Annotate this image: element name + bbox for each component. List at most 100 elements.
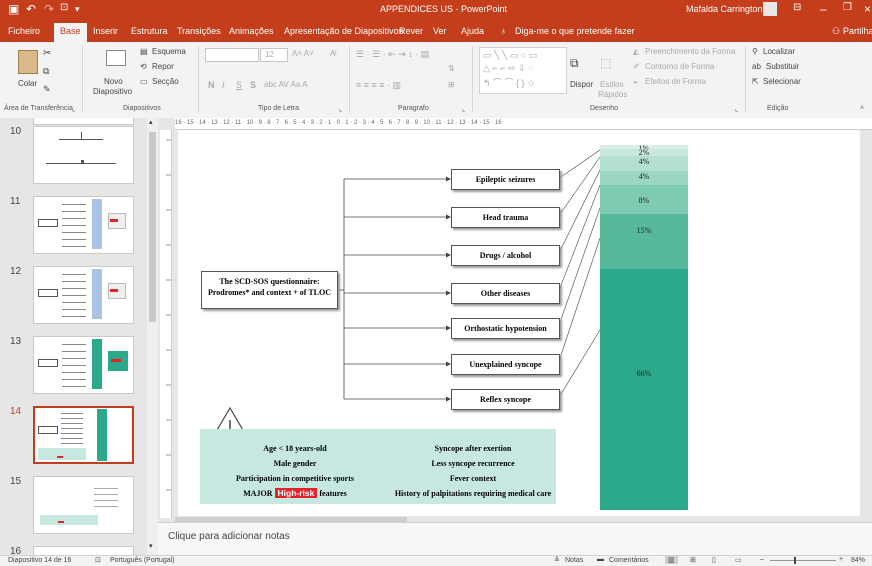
reset-icon[interactable]: ⟲ [140,62,147,71]
replace-button[interactable]: Substituir [766,62,799,71]
undo-icon[interactable]: ↶ [26,2,36,16]
spellcheck-icon[interactable]: ⊡ [95,556,101,564]
language-indicator[interactable]: Português (Portugal) [110,557,175,564]
slide-thumbnail-9-partial[interactable] [33,118,134,125]
zoom-in-icon[interactable]: + [839,556,843,563]
arrange-icon[interactable]: ⧉ [570,56,579,71]
thumbnail-scrollbar[interactable]: ▴ ▾ [147,118,158,555]
bold-button[interactable]: N [208,80,215,90]
italic-button[interactable]: I [222,80,225,90]
notes-placeholder[interactable]: Clique para adicionar notas [168,531,290,542]
zoom-level[interactable]: 84% [851,557,865,564]
notes-pane[interactable]: Clique para adicionar notas [158,522,872,556]
minimize-icon[interactable]: – [820,2,827,16]
notes-icon[interactable]: ≜ [554,556,560,564]
find-icon[interactable]: ⚲ [752,47,758,56]
tab-animacoes[interactable]: Animações [229,26,274,36]
strikethrough-icon[interactable]: abc AV Aa A [264,80,307,89]
slideshow-icon[interactable]: ▭ [735,556,742,564]
redo-icon[interactable]: ↷ [44,2,54,16]
section-icon[interactable]: ▭ [140,77,148,86]
shape-outline-button[interactable]: Contorno de Forma [645,62,714,71]
select-button[interactable]: Selecionar [763,77,801,86]
shape-outline-icon[interactable]: ✐ [633,62,640,71]
scroll-down-icon[interactable]: ▾ [149,542,153,550]
slide-thumbnail-12[interactable] [33,266,134,324]
comments-icon[interactable]: ▬ [597,556,604,563]
layout-icon[interactable]: ▤ [140,47,148,56]
quick-styles-label-1[interactable]: Estilos [600,80,624,89]
shape-fill-icon[interactable]: ◭ [633,47,639,56]
tab-ver[interactable]: Ver [433,26,447,36]
collapse-ribbon-icon[interactable]: ˄ [860,105,864,112]
avatar[interactable] [763,2,777,16]
font-launcher-icon[interactable]: ⌞ [339,105,342,113]
notes-button[interactable]: Notas [565,557,583,564]
bullets-icon[interactable]: ☰ · ☰ · ⇤ ⇥ ↕ · ▤ [356,49,429,60]
comments-button[interactable]: Comentários [609,557,649,564]
smartart-icon[interactable]: ⊞ [448,80,455,89]
ribbon-display-icon[interactable]: ⊟ [793,2,801,13]
layout-button[interactable]: Esquema [152,47,186,56]
zoom-slider-thumb[interactable] [794,557,796,564]
tab-inserir[interactable]: Inserir [93,26,118,36]
reset-button[interactable]: Repor [152,62,174,71]
user-name[interactable]: Mafalda Carrington [686,4,763,14]
drawing-launcher-icon[interactable]: ⌞ [735,105,738,113]
find-button[interactable]: Localizar [763,47,795,56]
new-slide-label-1[interactable]: Novo [104,77,123,86]
tab-ficheiro[interactable]: Ficheiro [8,26,40,36]
text-direction-icon[interactable]: ⇅ [448,64,455,73]
zoom-slider[interactable] [770,560,836,561]
slide-thumbnail-13[interactable] [33,336,134,394]
paste-icon[interactable] [18,50,38,74]
align-icons[interactable]: ≡ ≡ ≡ ≡ · ▥ [356,80,401,91]
slide-thumbnail-14[interactable] [33,406,134,464]
shadow-button[interactable]: S [250,80,256,90]
slide-thumbnail-10[interactable] [33,126,134,184]
start-presentation-icon[interactable]: ⊡ [60,2,68,13]
zoom-out-icon[interactable]: – [760,556,764,563]
tab-base[interactable]: Base [54,23,87,42]
cut-icon[interactable]: ✂ [43,48,51,59]
select-icon[interactable]: ⇱ [752,77,759,86]
tab-ajuda[interactable]: Ajuda [461,26,484,36]
shape-effects-icon[interactable]: ◒ [633,77,638,86]
quick-styles-icon[interactable]: ⬚ [600,56,611,70]
font-name-box[interactable] [205,48,259,62]
shapes-gallery[interactable]: ▭ ╲ ╲ ▭ ○ ▭ △ ⌐ ⌐ ⇨ ⇩ ◌ ↰ ⌒ ⌒ { } ☆ [479,47,567,94]
restore-icon[interactable]: ❐ [843,2,852,13]
section-button[interactable]: Secção [152,77,179,86]
close-icon[interactable]: × [864,2,871,16]
format-painter-icon[interactable]: ✎ [43,84,51,95]
shape-effects-button[interactable]: Efeitos de Forma [645,77,706,86]
tab-estrutura[interactable]: Estrutura [131,26,168,36]
save-icon[interactable]: ▣ [8,2,19,16]
slide-canvas[interactable]: The SCD-SOS questionnaire: Prodromes* an… [178,130,860,516]
customize-qat-icon[interactable]: ▾ [75,4,80,15]
copy-icon[interactable]: ⧉ [43,66,49,77]
new-slide-icon[interactable] [106,50,126,66]
paste-button[interactable]: Colar [18,79,37,88]
new-slide-label-2[interactable]: Diapositivo [93,87,132,96]
paragraph-launcher-icon[interactable]: ⌞ [462,105,465,113]
scroll-up-icon[interactable]: ▴ [149,118,153,126]
shape-fill-button[interactable]: Preenchimento da Forma [645,47,735,56]
arrange-button[interactable]: Dispor [570,80,593,89]
quick-styles-label-2[interactable]: Rápidos [598,90,627,99]
underline-button[interactable]: S [236,80,242,90]
font-size-box[interactable]: 12 [260,48,288,62]
scroll-thumb[interactable] [149,132,156,322]
tell-me-box[interactable]: Diga-me o que pretende fazer [515,26,635,36]
tab-rever[interactable]: Rever [399,26,423,36]
normal-view-icon[interactable]: ▥ [665,556,678,564]
reading-view-icon[interactable]: ▯ [712,556,716,564]
grow-font-icon[interactable]: A˄ A˅ [292,49,314,58]
tab-apresentacao[interactable]: Apresentação de Diapositivos [284,26,403,36]
tab-transicoes[interactable]: Transições [177,26,221,36]
slide-thumbnail-15[interactable] [33,476,134,534]
replace-icon[interactable]: ab [752,62,761,71]
clipboard-launcher-icon[interactable]: ⌞ [72,105,75,113]
share-button[interactable]: Partilhar [843,26,872,36]
slide-thumbnail-11[interactable] [33,196,134,254]
